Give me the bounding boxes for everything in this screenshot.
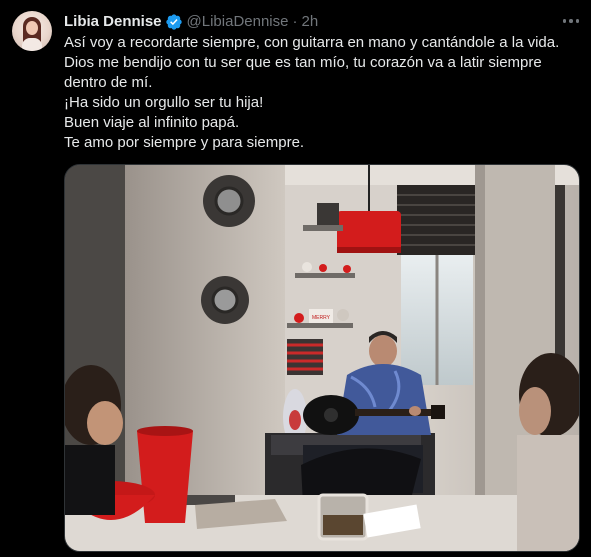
more-dot [569,19,573,23]
tweet-header: Libia Dennise @LibiaDennise · 2h [64,12,318,32]
author-handle[interactable]: @LibiaDennise [187,12,289,32]
avatar[interactable] [12,11,52,51]
vase-decoration [289,410,301,430]
tweet-line: Dios me bendijo con tu ser que es tan mí… [64,54,542,71]
sunburst-mirror-top [203,175,255,227]
red-lamp [337,211,401,253]
picture-frame [317,203,339,225]
photo-scene: MERRY [65,165,579,551]
more-dot [575,19,580,23]
tweet[interactable]: Libia Dennise @LibiaDennise · 2h Así voy… [0,0,591,557]
ornament [294,313,304,323]
merry-sign-text: MERRY [312,315,331,321]
avatar-face [26,21,38,35]
more-dot [562,19,567,23]
sunburst-mirror-bottom [201,276,249,324]
shelf [295,273,355,278]
ornament [319,264,327,272]
avatar-body [22,38,42,51]
cup-rim [137,426,193,436]
separator-dot: · [292,13,298,30]
child-right [517,353,579,551]
ornament [337,309,349,321]
tweet-line: Buen viaje al infinito papá. [64,114,240,131]
pillar-shadow [475,165,485,551]
shelf [287,323,353,328]
red-cup [137,431,193,523]
drink [323,515,363,535]
tweet-line: Así voy a recordarte siempre, con guitar… [64,34,560,51]
tweet-text: Así voy a recordarte siempre, con guitar… [64,33,579,153]
more-options-icon[interactable] [560,10,582,32]
tweet-line: Te amo por siempre y para siempre. [64,134,305,151]
tweet-line: ¡Ha sido un orgullo ser tu hija! [64,94,264,111]
tweet-timestamp[interactable]: 2h [301,12,318,32]
ornament [343,265,351,273]
tweet-line: dentro de mí. [64,74,153,91]
author-display-name[interactable]: Libia Dennise [64,12,162,32]
lamp-shadow [337,247,401,253]
ornament [302,262,312,272]
tweet-photo[interactable]: MERRY [64,164,580,552]
verified-badge-icon[interactable] [165,13,183,31]
shelf [303,225,343,231]
